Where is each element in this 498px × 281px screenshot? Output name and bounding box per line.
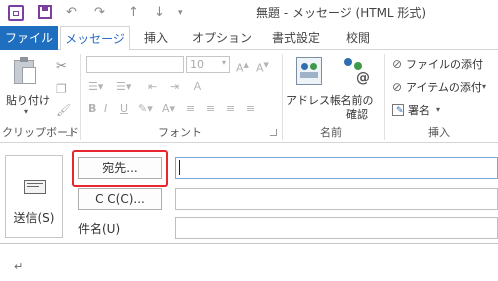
font-name-combo[interactable] [86,56,184,73]
check-names-label[interactable]: 名前の [336,94,378,107]
attach-item-button[interactable]: アイテムの添付 [406,81,482,94]
up-arrow-icon[interactable]: ↑ [128,5,139,21]
clear-format-icon[interactable]: Ａ [192,80,203,94]
subject-label: 件名(U) [78,222,121,236]
names-group-label: 名前 [320,126,342,139]
tab-format[interactable]: 書式設定 [266,26,326,50]
clipboard-icon[interactable] [14,57,38,85]
tab-options[interactable]: オプション [192,26,252,50]
separator [80,54,81,140]
clipboard-launcher-icon[interactable] [66,129,73,136]
tab-file[interactable]: ファイル [0,26,58,50]
copy-icon[interactable]: ❐ [56,82,67,96]
cc-button[interactable]: C C(C)... [78,188,162,210]
tab-review[interactable]: 校閲 [340,26,376,50]
cut-icon[interactable]: ✂ [56,60,67,74]
paste-button[interactable]: 貼り付け [6,94,50,107]
chevron-down-icon[interactable]: ▾ [436,105,440,114]
signature-button[interactable]: 署名 [408,104,430,117]
tab-message[interactable]: メッセージ [60,26,130,51]
underline-icon[interactable]: U [120,102,128,116]
chevron-down-icon: ▾ [221,58,226,67]
highlight-frame [72,150,168,187]
font-color-icon[interactable]: A▾ [162,102,175,116]
send-icon [24,180,46,194]
to-field[interactable] [175,157,498,179]
include-group-label: 挿入 [428,126,450,139]
signature-icon: ✎ [392,104,404,116]
subject-field[interactable] [175,217,498,239]
bullets-icon[interactable]: ☰▾ [88,80,103,94]
redo-icon[interactable]: ↷ [94,5,105,21]
chevron-down-icon[interactable]: ▾ [24,107,28,116]
tab-insert[interactable]: 挿入 [136,26,176,50]
attach-file-button[interactable]: ファイルの添付 [406,58,483,71]
numbering-icon[interactable]: ☰▾ [116,80,131,94]
check-names-label-2[interactable]: 確認 [336,108,378,121]
undo-icon[interactable]: ↶ [66,5,77,21]
down-arrow-icon[interactable]: ↓ [154,5,165,21]
increase-indent-icon[interactable]: ⇥ [170,80,179,94]
format-painter-icon[interactable]: 🖌 [56,103,71,117]
align-right-icon[interactable]: ≡ [226,102,235,116]
separator [384,54,385,140]
highlight-color-icon[interactable]: ✎▾ [138,102,153,116]
paperclip-icon: ⊘ [392,57,403,71]
text-cursor [179,160,180,175]
align-center-icon[interactable]: ≡ [206,102,215,116]
italic-icon[interactable]: I [104,102,107,116]
paragraph-mark: ↵ [14,260,24,273]
bold-icon[interactable]: B [88,102,96,116]
attach-item-icon: ⊘ [392,80,403,94]
message-body[interactable] [0,243,498,281]
address-book-icon[interactable] [296,57,322,85]
save-icon[interactable] [38,5,52,19]
align-left-icon[interactable]: ≡ [186,102,195,116]
decrease-indent-icon[interactable]: ⇤ [148,80,157,94]
customize-icon[interactable]: ▾ [178,5,183,21]
check-names-icon[interactable]: @ [342,56,372,86]
shrink-font-icon[interactable]: A▼ [256,58,269,76]
justify-icon[interactable]: ≡ [246,102,255,116]
font-size-combo[interactable]: 10 ▾ [186,56,230,73]
address-book-button[interactable]: アドレス帳 [286,94,341,107]
window-title: 無題 - メッセージ (HTML 形式) [256,6,427,20]
send-label: 送信(S) [13,211,55,225]
chevron-down-icon[interactable]: ▾ [482,82,486,91]
outlook-icon[interactable] [8,5,24,21]
separator [282,54,283,140]
grow-font-icon[interactable]: A▲ [236,58,249,76]
font-group-label: フォント [158,126,202,139]
font-launcher-icon[interactable] [270,129,277,136]
cc-field[interactable] [175,188,498,210]
font-size-value: 10 [190,58,204,71]
